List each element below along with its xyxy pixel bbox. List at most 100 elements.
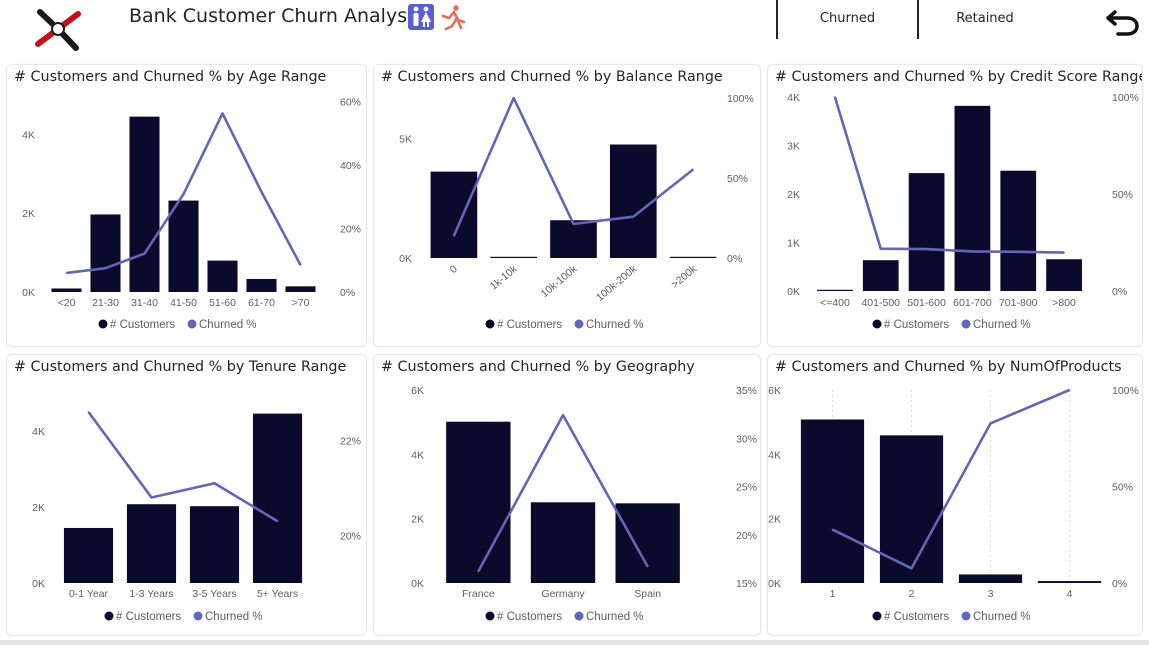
retained-filter-button[interactable]: Retained	[917, 0, 1051, 39]
legend-churned-label: Churned %	[586, 319, 644, 331]
y2-axis-tick: 0%	[1112, 286, 1127, 298]
page-bottom-bar	[0, 640, 1149, 645]
churned-point	[989, 422, 992, 425]
churned-point	[925, 248, 928, 250]
y-axis-tick: 3K	[787, 141, 800, 153]
x-axis-tick: 0-1 Year	[69, 588, 109, 600]
customers-bar	[490, 256, 538, 258]
x-axis-tick: 31-40	[131, 297, 158, 309]
chart-canvas: 0K 2K 4K 6K 0% 50% 100% 1 2 3 4 # Customers Churned …	[768, 385, 1139, 623]
y-axis-tick: 4K	[411, 449, 424, 461]
churned-point	[453, 235, 455, 237]
churned-point	[512, 97, 515, 99]
x-axis-tick: 501-600	[907, 297, 946, 309]
customers-bar	[1037, 581, 1102, 583]
churned-point	[910, 567, 913, 570]
customers-bar	[862, 260, 899, 291]
back-arrow-icon[interactable]	[1104, 6, 1140, 38]
chart-canvas: 0K 1K 2K 3K 4K 0% 50% 100% <=400 401-500 501-600 60…	[787, 92, 1139, 331]
customers-bar	[958, 574, 1023, 583]
x-axis-tick: 100k-200k	[594, 263, 640, 304]
y2-axis-tick: 50%	[727, 173, 748, 185]
y-axis-tick: 1K	[787, 238, 800, 250]
legend-customers-label: # Customers	[497, 319, 562, 331]
chart-canvas: 0K 2K 4K 6K 15% 20% 25% 30% 35% France Germany Spai…	[411, 385, 757, 623]
x-axis-tick: 3-5 Years	[192, 588, 236, 600]
churned-point	[143, 252, 146, 255]
customers-bar	[530, 502, 596, 583]
legend-customers-label: # Customers	[884, 611, 949, 623]
churned-point	[260, 191, 263, 193]
x-axis-tick: 701-800	[999, 297, 1038, 309]
legend-customers-label: # Customers	[497, 611, 562, 623]
x-axis-tick: 601-700	[953, 297, 992, 309]
x-axis-tick: 41-50	[170, 297, 197, 309]
y-axis-tick: 2K	[787, 189, 800, 201]
y-axis-tick: 0K	[399, 253, 412, 265]
x-axis-tick: 5+ Years	[257, 588, 298, 600]
churned-point	[1068, 389, 1071, 391]
legend-customers-label: # Customers	[884, 319, 949, 331]
y-axis-tick: 2K	[411, 514, 424, 526]
report-title: Bank Customer Churn Analysis	[129, 5, 423, 27]
y2-axis-tick: 15%	[736, 578, 757, 590]
y-axis-tick: 0K	[768, 578, 781, 590]
y-axis-tick: 6K	[411, 385, 424, 397]
customers-bar	[207, 260, 238, 292]
churned-point	[150, 496, 153, 499]
customers-bar	[246, 278, 277, 292]
legend-churned-marker	[193, 611, 203, 621]
customers-bar	[129, 116, 160, 292]
x-axis-tick: France	[462, 588, 495, 600]
churned-point	[646, 565, 649, 568]
y-axis-tick: 0K	[411, 578, 424, 590]
legend-customers-marker	[104, 611, 114, 621]
churned-point	[182, 193, 185, 195]
churned-point	[879, 247, 882, 250]
y2-axis-tick: 50%	[1112, 189, 1133, 201]
x-axis-tick: >200k	[669, 263, 699, 291]
x-axis-tick: 401-500	[861, 297, 900, 309]
churned-line	[87, 411, 279, 523]
y-axis-tick: 2K	[22, 208, 35, 220]
x-axis-tick: Germany	[541, 588, 585, 600]
legend-customers-marker	[872, 319, 882, 329]
x-axis-tick: 1k-10k	[488, 263, 520, 293]
y2-axis-tick: 30%	[736, 433, 757, 445]
churned-point	[104, 267, 107, 269]
y2-axis-tick: 20%	[340, 531, 361, 543]
y-axis-tick: 0K	[22, 287, 35, 299]
y-axis-tick: 5K	[399, 134, 412, 146]
legend-customers-label: # Customers	[110, 319, 175, 331]
customers-bar	[189, 506, 240, 583]
balance-range-chart-card: # Customers and Churned % by Balance Ran…	[373, 64, 761, 347]
y2-axis-tick: 22%	[340, 436, 361, 448]
churned-point	[971, 250, 974, 253]
customers-bar	[430, 171, 478, 258]
x-axis-tick: >70	[292, 297, 310, 309]
y2-axis-tick: 100%	[1112, 92, 1139, 104]
churned-point	[276, 520, 279, 523]
customers-bar	[285, 286, 316, 292]
y-axis-tick: 4K	[787, 92, 800, 104]
y2-axis-tick: 60%	[340, 96, 361, 108]
legend-churned-marker	[961, 611, 971, 621]
churned-point	[221, 112, 224, 115]
y2-axis-tick: 100%	[727, 93, 754, 105]
x-axis-tick: 21-30	[92, 297, 119, 309]
churned-point	[692, 168, 694, 171]
churned-filter-button[interactable]: Churned	[776, 0, 917, 39]
x-axis-tick: 2	[909, 588, 915, 600]
legend-customers-marker	[98, 319, 108, 329]
customers-bar	[126, 504, 177, 583]
customers-bar	[446, 421, 511, 583]
x-axis-tick: Spain	[634, 588, 661, 600]
churned-point	[1017, 251, 1020, 253]
churned-point	[299, 264, 302, 266]
y2-axis-tick: 20%	[736, 530, 757, 542]
age-range-chart-card: # Customers and Churned % by Age Range 0…	[6, 64, 367, 347]
legend-customers-marker	[485, 611, 495, 621]
churn-logo-icon	[35, 9, 81, 51]
y2-axis-tick: 20%	[340, 223, 361, 235]
x-axis-tick: 4	[1067, 588, 1073, 600]
